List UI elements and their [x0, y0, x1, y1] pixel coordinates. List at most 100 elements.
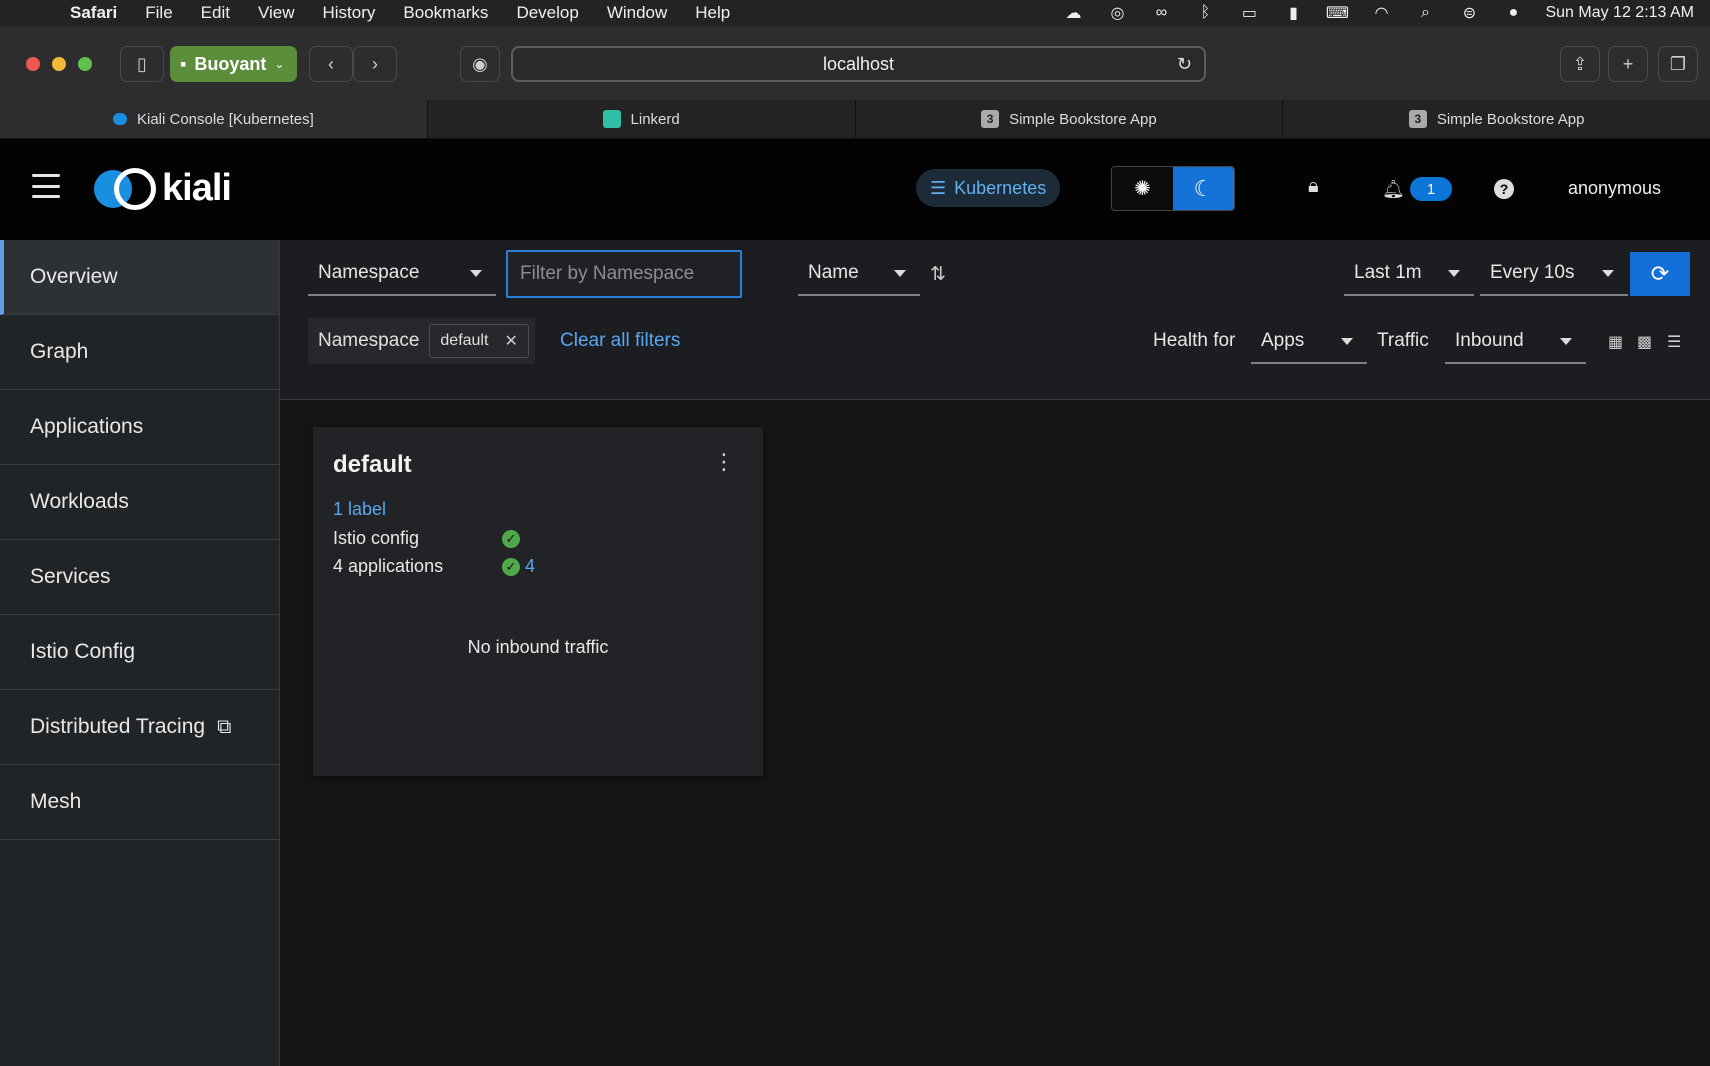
- duration-select[interactable]: Last 1m: [1344, 252, 1474, 296]
- control-center-icon[interactable]: ⊜: [1457, 4, 1481, 22]
- moon-icon: ☾: [1193, 175, 1214, 201]
- reload-icon[interactable]: ↻: [1177, 54, 1192, 75]
- sort-value: Name: [808, 262, 859, 283]
- menu-file[interactable]: File: [145, 3, 172, 23]
- sidebar-item-services[interactable]: Services: [0, 540, 279, 615]
- filter-type-select[interactable]: Namespace: [308, 252, 496, 296]
- sidebar-nav: Overview Graph Applications Workloads Se…: [0, 240, 280, 1066]
- kiali-logo[interactable]: kiali: [94, 167, 232, 210]
- menu-bookmarks[interactable]: Bookmarks: [403, 3, 488, 23]
- battery-icon[interactable]: ▮: [1281, 4, 1305, 22]
- linkerd-favicon-icon: [602, 110, 621, 128]
- traffic-direction-value: Inbound: [1455, 330, 1524, 351]
- sidebar-item-applications[interactable]: Applications: [0, 390, 279, 465]
- sidebar-toggle-button[interactable]: ▯: [120, 46, 164, 82]
- menu-app-name[interactable]: Safari: [70, 3, 117, 23]
- menu-history[interactable]: History: [323, 3, 376, 23]
- light-theme-button[interactable]: ✺: [1112, 167, 1173, 210]
- active-filter-value: default: [440, 332, 489, 349]
- sidebar-item-istio-config[interactable]: Istio Config: [0, 615, 279, 690]
- menu-view[interactable]: View: [258, 3, 295, 23]
- zoom-window-button[interactable]: [78, 57, 92, 71]
- user-menu[interactable]: anonymous: [1568, 178, 1661, 199]
- plus-icon: +: [1622, 53, 1634, 74]
- lock-icon[interactable]: 🔒︎: [1308, 175, 1319, 198]
- vpn-icon[interactable]: ◎: [1105, 4, 1129, 22]
- tab-kiali-console[interactable]: Kiali Console [Kubernetes]: [0, 100, 427, 138]
- wifi-icon[interactable]: ◠: [1369, 4, 1393, 22]
- menu-clock[interactable]: Sun May 12 2:13 AM: [1545, 4, 1694, 22]
- address-bar[interactable]: localhost ↻: [511, 46, 1206, 82]
- siri-icon[interactable]: ●: [1501, 4, 1525, 22]
- sidebar-item-graph[interactable]: Graph: [0, 315, 279, 390]
- filter-input[interactable]: Filter by Namespace: [506, 250, 742, 298]
- sidebar-item-mesh[interactable]: Mesh: [0, 765, 279, 840]
- menu-window[interactable]: Window: [607, 3, 667, 23]
- compact-view-icon[interactable]: ▩: [1637, 332, 1657, 352]
- weather-icon[interactable]: ☁: [1061, 4, 1085, 22]
- share-button[interactable]: ⇪: [1560, 46, 1600, 82]
- bookstore-favicon-icon: 3: [981, 110, 1000, 128]
- menu-edit[interactable]: Edit: [201, 3, 230, 23]
- istio-config-ok-icon: ✓: [502, 530, 520, 548]
- refresh-interval-select[interactable]: Every 10s: [1480, 252, 1628, 296]
- keyboard-icon[interactable]: ⌨: [1325, 4, 1349, 22]
- dark-theme-button[interactable]: ☾: [1173, 167, 1234, 210]
- sidebar-item-distributed-tracing[interactable]: Distributed Tracing ⧉: [0, 690, 279, 765]
- hamburger-menu-icon[interactable]: [32, 174, 60, 198]
- sidebar-item-workloads[interactable]: Workloads: [0, 465, 279, 540]
- tab-overview-button[interactable]: ❐: [1658, 46, 1698, 82]
- privacy-report-button[interactable]: ◉: [460, 46, 500, 82]
- list-view-icon[interactable]: ☰: [1667, 332, 1687, 352]
- caret-down-icon: [1341, 338, 1353, 345]
- tab-linkerd[interactable]: Linkerd: [426, 100, 855, 138]
- back-button[interactable]: ‹: [309, 46, 353, 82]
- new-tab-button[interactable]: +: [1608, 46, 1648, 82]
- theme-toggle[interactable]: ✺ ☾: [1111, 166, 1235, 211]
- expand-view-icon[interactable]: ▦: [1608, 332, 1628, 352]
- kiali-favicon-icon: [112, 113, 127, 125]
- minimize-window-button[interactable]: [52, 57, 66, 71]
- sidebar-item-label: Istio Config: [30, 640, 136, 663]
- active-filter-group: Namespace default ✕: [308, 318, 535, 364]
- cluster-badge: ☰ Kubernetes: [916, 169, 1061, 207]
- menu-develop[interactable]: Develop: [516, 3, 578, 23]
- tab-bookstore-1[interactable]: 3 Simple Bookstore App: [854, 100, 1283, 138]
- caret-down-icon: [470, 270, 482, 277]
- screen-mirror-icon[interactable]: ▭: [1237, 4, 1261, 22]
- close-icon[interactable]: ✕: [504, 331, 517, 351]
- sort-select[interactable]: Name: [798, 252, 920, 296]
- bluetooth-icon[interactable]: ᛒ: [1193, 4, 1217, 22]
- sidebar-item-overview[interactable]: Overview: [0, 240, 279, 315]
- caret-down-icon: [1560, 338, 1572, 345]
- tabs-icon: ❐: [1669, 53, 1687, 74]
- applications-count-link[interactable]: 4: [525, 556, 535, 577]
- cluster-icon: ☰: [930, 177, 947, 198]
- sort-direction-icon[interactable]: ⇅: [930, 263, 946, 286]
- forward-button[interactable]: ›: [353, 46, 397, 82]
- health-for-select[interactable]: Apps: [1251, 320, 1367, 364]
- traffic-direction-select[interactable]: Inbound: [1445, 320, 1586, 364]
- notification-count-badge[interactable]: 1: [1410, 177, 1452, 201]
- shield-icon: ◉: [472, 53, 488, 74]
- tab-label: Kiali Console [Kubernetes]: [136, 110, 314, 128]
- tab-bookstore-2[interactable]: 3 Simple Bookstore App: [1282, 100, 1710, 138]
- namespace-labels-link[interactable]: 1 label: [333, 499, 386, 520]
- refresh-button[interactable]: ⟳: [1630, 252, 1690, 296]
- clear-all-filters-link[interactable]: Clear all filters: [560, 330, 680, 352]
- external-link-icon: ⧉: [217, 715, 232, 738]
- health-for-value: Apps: [1261, 330, 1305, 351]
- help-icon[interactable]: ?: [1494, 179, 1514, 199]
- kiali-masthead: kiali ☰ Kubernetes ✺ ☾ 🔒︎ 🔔︎ 1 ? anonymo…: [0, 139, 1710, 240]
- namespace-title[interactable]: default: [333, 451, 412, 479]
- kebab-menu-icon[interactable]: ⋮: [713, 451, 735, 473]
- bell-icon[interactable]: 🔔︎: [1382, 179, 1405, 200]
- menu-help[interactable]: Help: [695, 3, 730, 23]
- filter-type-value: Namespace: [318, 262, 420, 283]
- active-filter-chip: default ✕: [429, 324, 529, 358]
- profile-button[interactable]: ▪ Buoyant ⌄: [170, 46, 297, 82]
- close-window-button[interactable]: [26, 57, 40, 71]
- bookstore-favicon-icon: 3: [1408, 110, 1427, 128]
- glasses-icon[interactable]: ∞: [1149, 4, 1173, 22]
- spotlight-search-icon[interactable]: ⌕: [1413, 4, 1437, 22]
